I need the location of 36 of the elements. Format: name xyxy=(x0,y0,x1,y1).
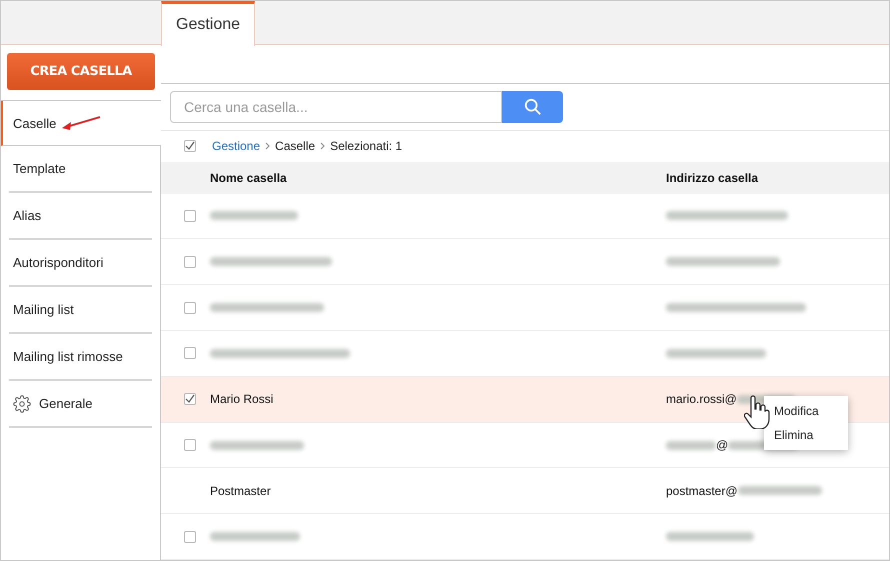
sidebar-item[interactable]: Caselle xyxy=(13,116,56,130)
tab[interactable]: Gestione xyxy=(161,1,256,46)
row-checkbox[interactable] xyxy=(184,530,196,543)
row-checkbox[interactable] xyxy=(184,256,196,268)
row-checkbox[interactable] xyxy=(184,393,196,406)
sidebar-item[interactable]: Mailing list rimosse xyxy=(13,349,123,364)
chevron-icon xyxy=(320,142,326,150)
cell-text: @ xyxy=(716,438,728,452)
select-all-checkbox[interactable] xyxy=(184,140,196,152)
row-checkbox[interactable] xyxy=(184,347,196,360)
sidebar-item[interactable]: Generale xyxy=(39,396,92,411)
create-button[interactable]: CREA CASELLA xyxy=(7,53,155,90)
sidebar-item[interactable]: Template xyxy=(13,161,66,176)
cell-text: Postmaster xyxy=(210,484,271,498)
sidebar-item[interactable]: Mailing list xyxy=(13,302,74,317)
sidebar-item[interactable]: Alias xyxy=(13,208,42,223)
search-field[interactable]: Cerca una casella... xyxy=(170,90,502,123)
row-checkbox[interactable] xyxy=(184,210,196,222)
settings-icon xyxy=(13,394,31,412)
breadcrumb-item: Selezionati: 1 xyxy=(330,139,402,154)
menu-item[interactable]: Elimina xyxy=(764,422,848,447)
column-header: Indirizzo casella xyxy=(666,170,760,185)
breadcrumb-link[interactable]: Gestione xyxy=(212,139,260,154)
column-header: Nome casella xyxy=(210,170,288,185)
breadcrumb-item: Caselle xyxy=(275,139,316,154)
sidebar-item[interactable]: Autorisponditori xyxy=(13,255,104,270)
search-icon xyxy=(524,98,542,116)
search-button[interactable] xyxy=(502,90,563,123)
row-checkbox[interactable] xyxy=(184,439,196,452)
cell-text: postmaster@ xyxy=(666,484,738,498)
cell-text: Mario Rossi xyxy=(210,392,274,406)
cell-text: mario.rossi@ xyxy=(666,392,737,406)
table-row[interactable] xyxy=(161,194,889,240)
row-checkbox[interactable] xyxy=(184,302,196,314)
chevron-icon xyxy=(265,142,270,150)
blurred-text xyxy=(666,440,716,450)
